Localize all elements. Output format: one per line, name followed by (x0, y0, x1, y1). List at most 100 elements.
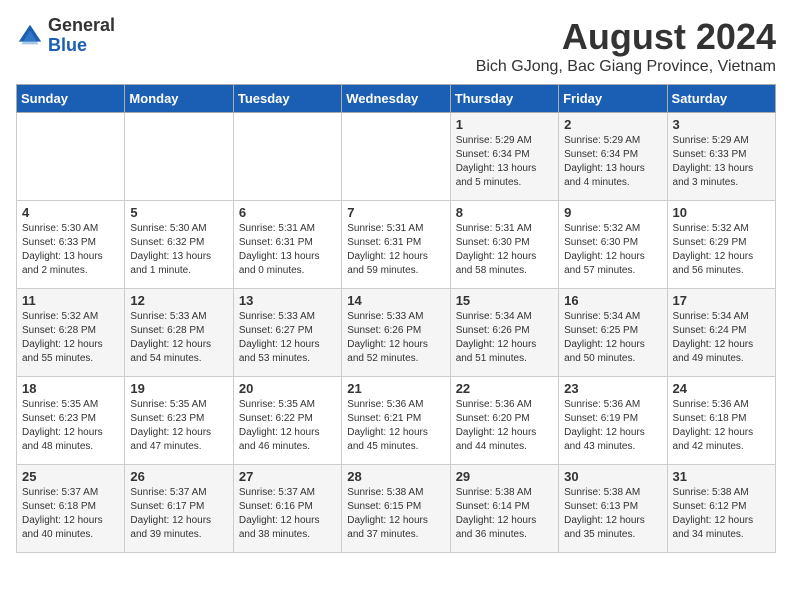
week-row-3: 11Sunrise: 5:32 AMSunset: 6:28 PMDayligh… (17, 289, 776, 377)
day-cell: 2 Sunrise: 5:29 AMSunset: 6:34 PMDaylight… (559, 113, 667, 201)
weekday-header-tuesday: Tuesday (233, 85, 341, 113)
day-number: 5 (130, 205, 227, 220)
weekday-header-monday: Monday (125, 85, 233, 113)
day-number: 14 (347, 293, 444, 308)
day-number: 27 (239, 469, 336, 484)
day-cell: 7 Sunrise: 5:31 AMSunset: 6:31 PMDaylight… (342, 201, 450, 289)
day-info: Sunrise: 5:32 AMSunset: 6:28 PMDaylight:… (22, 310, 119, 366)
day-info: Sunrise: 5:32 AMSunset: 6:29 PMDaylight:… (673, 222, 770, 278)
day-cell: 4 Sunrise: 5:30 AMSunset: 6:33 PMDaylight… (17, 201, 125, 289)
week-row-1: 1 Sunrise: 5:29 AMSunset: 6:34 PMDaylight… (17, 113, 776, 201)
day-info: Sunrise: 5:33 AMSunset: 6:27 PMDaylight:… (239, 310, 336, 366)
day-cell: 29Sunrise: 5:38 AMSunset: 6:14 PMDayligh… (450, 465, 558, 553)
day-number: 15 (456, 293, 553, 308)
day-info: Sunrise: 5:30 AMSunset: 6:32 PMDaylight:… (130, 222, 227, 278)
day-cell: 12Sunrise: 5:33 AMSunset: 6:28 PMDayligh… (125, 289, 233, 377)
day-info: Sunrise: 5:37 AMSunset: 6:17 PMDaylight:… (130, 486, 227, 542)
day-info: Sunrise: 5:33 AMSunset: 6:26 PMDaylight:… (347, 310, 444, 366)
title-block: August 2024 Bich GJong, Bac Giang Provin… (476, 16, 776, 76)
day-number: 8 (456, 205, 553, 220)
day-cell: 8 Sunrise: 5:31 AMSunset: 6:30 PMDaylight… (450, 201, 558, 289)
day-number: 9 (564, 205, 661, 220)
day-number: 24 (673, 381, 770, 396)
weekday-header-friday: Friday (559, 85, 667, 113)
day-cell: 27 Sunrise: 5:37 AMSunset: 6:16 PMDayligh… (233, 465, 341, 553)
day-number: 30 (564, 469, 661, 484)
day-number: 23 (564, 381, 661, 396)
month-title: August 2024 (476, 16, 776, 58)
day-info: Sunrise: 5:31 AMSunset: 6:31 PMDaylight:… (347, 222, 444, 278)
day-number: 4 (22, 205, 119, 220)
day-cell: 11Sunrise: 5:32 AMSunset: 6:28 PMDayligh… (17, 289, 125, 377)
day-info: Sunrise: 5:38 AMSunset: 6:13 PMDaylight:… (564, 486, 661, 542)
day-cell: 19 Sunrise: 5:35 AMSunset: 6:23 PMDayligh… (125, 377, 233, 465)
week-row-4: 18 Sunrise: 5:35 AMSunset: 6:23 PMDayligh… (17, 377, 776, 465)
weekday-header-wednesday: Wednesday (342, 85, 450, 113)
logo-general-text: General (48, 16, 115, 36)
day-cell: 23 Sunrise: 5:36 AMSunset: 6:19 PMDayligh… (559, 377, 667, 465)
day-info: Sunrise: 5:35 AMSunset: 6:23 PMDaylight:… (130, 398, 227, 454)
day-number: 3 (673, 117, 770, 132)
day-cell: 28 Sunrise: 5:38 AMSunset: 6:15 PMDayligh… (342, 465, 450, 553)
day-cell (125, 113, 233, 201)
day-info: Sunrise: 5:34 AMSunset: 6:24 PMDaylight:… (673, 310, 770, 366)
logo: General Blue (16, 16, 115, 56)
calendar-table: SundayMondayTuesdayWednesdayThursdayFrid… (16, 84, 776, 553)
weekday-header-sunday: Sunday (17, 85, 125, 113)
day-info: Sunrise: 5:36 AMSunset: 6:20 PMDaylight:… (456, 398, 553, 454)
day-cell: 16Sunrise: 5:34 AMSunset: 6:25 PMDayligh… (559, 289, 667, 377)
day-cell: 22 Sunrise: 5:36 AMSunset: 6:20 PMDayligh… (450, 377, 558, 465)
day-cell: 18Sunrise: 5:35 AMSunset: 6:23 PMDayligh… (17, 377, 125, 465)
day-cell: 1Sunrise: 5:29 AMSunset: 6:34 PMDaylight… (450, 113, 558, 201)
day-number: 7 (347, 205, 444, 220)
day-info: Sunrise: 5:32 AMSunset: 6:30 PMDaylight:… (564, 222, 661, 278)
day-info: Sunrise: 5:37 AMSunset: 6:18 PMDaylight:… (22, 486, 119, 542)
day-number: 18 (22, 381, 119, 396)
day-number: 25 (22, 469, 119, 484)
day-cell (233, 113, 341, 201)
day-cell: 20Sunrise: 5:35 AMSunset: 6:22 PMDayligh… (233, 377, 341, 465)
logo-blue-text: Blue (48, 36, 115, 56)
day-info: Sunrise: 5:34 AMSunset: 6:26 PMDaylight:… (456, 310, 553, 366)
day-number: 10 (673, 205, 770, 220)
day-number: 20 (239, 381, 336, 396)
day-info: Sunrise: 5:34 AMSunset: 6:25 PMDaylight:… (564, 310, 661, 366)
day-cell: 26 Sunrise: 5:37 AMSunset: 6:17 PMDayligh… (125, 465, 233, 553)
week-row-5: 25 Sunrise: 5:37 AMSunset: 6:18 PMDayligh… (17, 465, 776, 553)
day-number: 19 (130, 381, 227, 396)
day-cell (342, 113, 450, 201)
page-header: General Blue August 2024 Bich GJong, Bac… (16, 16, 776, 76)
day-number: 21 (347, 381, 444, 396)
weekday-header-saturday: Saturday (667, 85, 775, 113)
day-info: Sunrise: 5:36 AMSunset: 6:19 PMDaylight:… (564, 398, 661, 454)
weekday-header-row: SundayMondayTuesdayWednesdayThursdayFrid… (17, 85, 776, 113)
day-info: Sunrise: 5:31 AMSunset: 6:31 PMDaylight:… (239, 222, 336, 278)
day-info: Sunrise: 5:38 AMSunset: 6:12 PMDaylight:… (673, 486, 770, 542)
weekday-header-thursday: Thursday (450, 85, 558, 113)
day-cell: 13 Sunrise: 5:33 AMSunset: 6:27 PMDayligh… (233, 289, 341, 377)
day-number: 26 (130, 469, 227, 484)
day-info: Sunrise: 5:31 AMSunset: 6:30 PMDaylight:… (456, 222, 553, 278)
day-number: 28 (347, 469, 444, 484)
day-cell: 30 Sunrise: 5:38 AMSunset: 6:13 PMDayligh… (559, 465, 667, 553)
logo-icon (16, 22, 44, 50)
day-info: Sunrise: 5:36 AMSunset: 6:21 PMDaylight:… (347, 398, 444, 454)
day-cell: 10 Sunrise: 5:32 AMSunset: 6:29 PMDayligh… (667, 201, 775, 289)
day-cell: 6 Sunrise: 5:31 AMSunset: 6:31 PMDaylight… (233, 201, 341, 289)
day-info: Sunrise: 5:38 AMSunset: 6:14 PMDaylight:… (456, 486, 553, 542)
day-cell: 21 Sunrise: 5:36 AMSunset: 6:21 PMDayligh… (342, 377, 450, 465)
day-number: 2 (564, 117, 661, 132)
day-number: 13 (239, 293, 336, 308)
location-subtitle: Bich GJong, Bac Giang Province, Vietnam (476, 58, 776, 76)
day-info: Sunrise: 5:29 AMSunset: 6:34 PMDaylight:… (564, 134, 661, 190)
day-cell: 31Sunrise: 5:38 AMSunset: 6:12 PMDayligh… (667, 465, 775, 553)
day-number: 6 (239, 205, 336, 220)
day-number: 1 (456, 117, 553, 132)
day-number: 12 (130, 293, 227, 308)
day-info: Sunrise: 5:38 AMSunset: 6:15 PMDaylight:… (347, 486, 444, 542)
day-cell: 17Sunrise: 5:34 AMSunset: 6:24 PMDayligh… (667, 289, 775, 377)
day-info: Sunrise: 5:30 AMSunset: 6:33 PMDaylight:… (22, 222, 119, 278)
week-row-2: 4 Sunrise: 5:30 AMSunset: 6:33 PMDaylight… (17, 201, 776, 289)
day-number: 22 (456, 381, 553, 396)
day-info: Sunrise: 5:37 AMSunset: 6:16 PMDaylight:… (239, 486, 336, 542)
